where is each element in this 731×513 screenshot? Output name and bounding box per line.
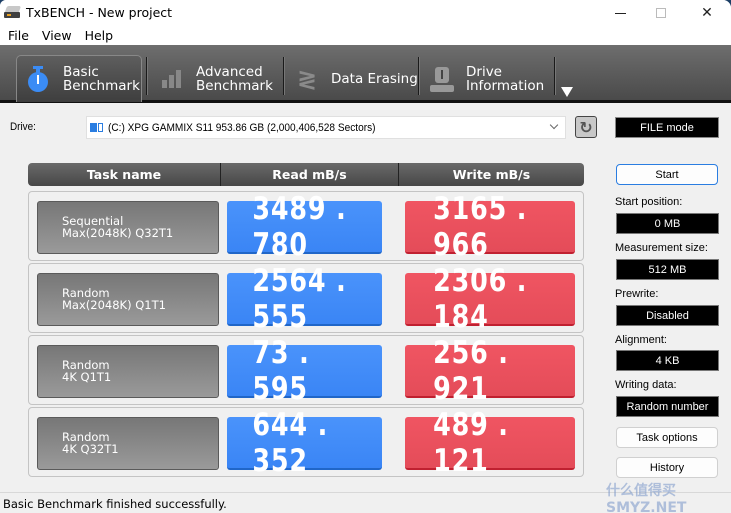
table-row: Random 4K Q1T1 73 . 595 256 . 921: [28, 335, 584, 407]
refresh-icon: ↻: [579, 117, 593, 137]
writing-data-value[interactable]: Random number: [616, 396, 719, 417]
close-button[interactable]: ✕: [684, 0, 730, 26]
task-button-random-q1t1[interactable]: Random Max(2048K) Q1T1: [37, 273, 219, 326]
tab-label: Data Erasing: [331, 70, 418, 87]
mode-indicator: FILE mode: [615, 117, 719, 138]
measurement-size-label: Measurement size:: [615, 242, 708, 254]
task-button-random-4k-q1t1[interactable]: Random 4K Q1T1: [37, 345, 219, 398]
maximize-button[interactable]: [638, 0, 684, 26]
task-button-random-4k-q32t1[interactable]: Random 4K Q32T1: [37, 417, 219, 470]
prewrite-value[interactable]: Disabled: [616, 305, 719, 326]
drive-select[interactable]: (C:) XPG GAMMIX S11 953.86 GB (2,000,406…: [86, 116, 566, 139]
table-row: Random Max(2048K) Q1T1 2564 . 555 2306 .…: [28, 263, 584, 335]
spring-erase-icon: ≷: [296, 64, 318, 93]
menu-file[interactable]: File: [8, 28, 29, 43]
app-icon: [4, 6, 22, 20]
task-name-line2: Max(2048K) Q32T1: [62, 226, 174, 240]
alignment-value[interactable]: 4 KB: [616, 350, 719, 371]
disk-icon: [90, 122, 104, 133]
header-write: Write mB/s: [452, 167, 531, 182]
main-toolbar: Basic Benchmark Advanced Benchmark ≷ Data …: [0, 45, 731, 103]
tab-drive-information[interactable]: Drive Information: [420, 55, 552, 102]
drive-info-icon: [428, 65, 456, 93]
read-value: 2564 . 555: [227, 263, 382, 335]
tab-label: Benchmark: [196, 77, 273, 94]
start-button[interactable]: Start: [616, 164, 718, 185]
bar-chart-icon: [158, 65, 186, 93]
dropdown-arrow-icon[interactable]: [561, 87, 573, 97]
tab-data-erasing[interactable]: ≷ Data Erasing: [285, 55, 419, 102]
minimize-button[interactable]: [597, 0, 643, 26]
alignment-label: Alignment:: [615, 334, 667, 346]
refresh-button[interactable]: ↻: [575, 116, 597, 138]
prewrite-label: Prewrite:: [615, 288, 659, 300]
read-value: 73 . 595: [227, 335, 382, 407]
maximize-icon: [656, 8, 666, 18]
tab-advanced-benchmark[interactable]: Advanced Benchmark: [150, 55, 282, 102]
header-task-name: Task name: [28, 163, 221, 186]
header-read: Read mB/s: [221, 163, 399, 186]
close-icon: ✕: [701, 5, 713, 21]
write-value: 256 . 921: [405, 335, 575, 407]
tab-label: Information: [466, 77, 545, 94]
tab-basic-benchmark[interactable]: Basic Benchmark: [16, 55, 142, 102]
read-value: 3489 . 780: [227, 191, 382, 263]
title-bar: TxBENCH - New project ✕: [0, 0, 731, 26]
task-name-line2: 4K Q32T1: [62, 442, 119, 456]
start-position-label: Start position:: [615, 196, 683, 208]
task-button-sequential-q32t1[interactable]: Sequential Max(2048K) Q32T1: [37, 201, 219, 254]
write-value: 3165 . 966: [405, 191, 575, 263]
table-row: Random 4K Q32T1 644 . 352 489 . 121: [28, 407, 584, 479]
results-header: Task name Read mB/s Write mB/s: [28, 163, 584, 186]
task-name-line2: Max(2048K) Q1T1: [62, 298, 166, 312]
drive-label: Drive:: [10, 121, 36, 133]
chevron-down-icon: [549, 120, 559, 130]
start-position-value[interactable]: 0 MB: [616, 213, 719, 234]
app-window: TxBENCH - New project ✕ File View Help B…: [0, 0, 731, 513]
history-button[interactable]: History: [616, 457, 718, 478]
stopwatch-icon: [25, 65, 53, 93]
menu-help[interactable]: Help: [85, 28, 114, 43]
task-name-line2: 4K Q1T1: [62, 370, 112, 384]
window-title: TxBENCH - New project: [26, 5, 173, 20]
writing-data-label: Writing data:: [615, 379, 677, 391]
tab-label: Advanced: [196, 63, 263, 80]
menu-view[interactable]: View: [42, 28, 72, 43]
drive-selected-value: (C:) XPG GAMMIX S11 953.86 GB (2,000,406…: [108, 121, 376, 134]
tab-label: Basic: [63, 64, 99, 80]
menu-bar: File View Help: [0, 26, 731, 45]
tab-label: Benchmark: [63, 78, 140, 94]
toolbar-divider: [146, 57, 148, 95]
task-options-button[interactable]: Task options: [616, 427, 718, 448]
minimize-icon: [614, 12, 626, 14]
write-value: 2306 . 184: [405, 263, 575, 335]
read-value: 644 . 352: [227, 407, 382, 479]
table-row: Sequential Max(2048K) Q32T1 3489 . 780 3…: [28, 191, 584, 263]
write-value: 489 . 121: [405, 407, 575, 479]
measurement-size-value[interactable]: 512 MB: [616, 259, 719, 280]
watermark: 什么值得买 SMYZ.NET: [606, 483, 687, 513]
tab-label: Drive: [466, 63, 502, 80]
toolbar-divider: [554, 57, 556, 95]
